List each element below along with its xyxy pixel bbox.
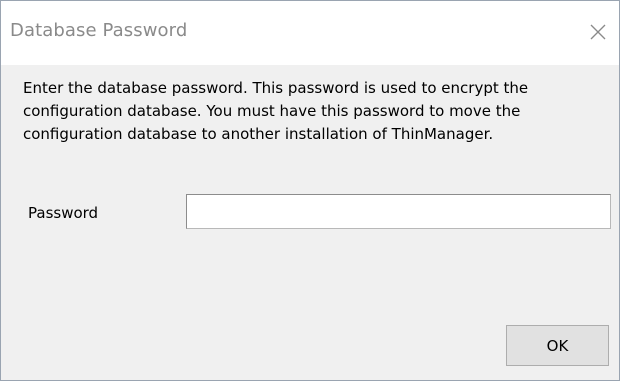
window-title: Database Password [10, 20, 188, 41]
instruction-line-1: Enter the database password. This passwo… [23, 79, 529, 97]
instruction-line-2: configuration database. You must have th… [23, 102, 521, 120]
close-icon [590, 24, 606, 40]
ok-button[interactable]: OK [506, 325, 609, 366]
password-input[interactable] [186, 194, 611, 229]
title-bar: Database Password [1, 1, 619, 65]
password-label: Password [28, 204, 99, 222]
instruction-text: Enter the database password. This passwo… [23, 77, 608, 146]
dialog-content: Enter the database password. This passwo… [1, 65, 619, 380]
database-password-dialog: Database Password Enter the database pas… [0, 0, 620, 381]
instruction-line-3: configuration database to another instal… [23, 125, 494, 143]
close-button[interactable] [583, 17, 613, 47]
